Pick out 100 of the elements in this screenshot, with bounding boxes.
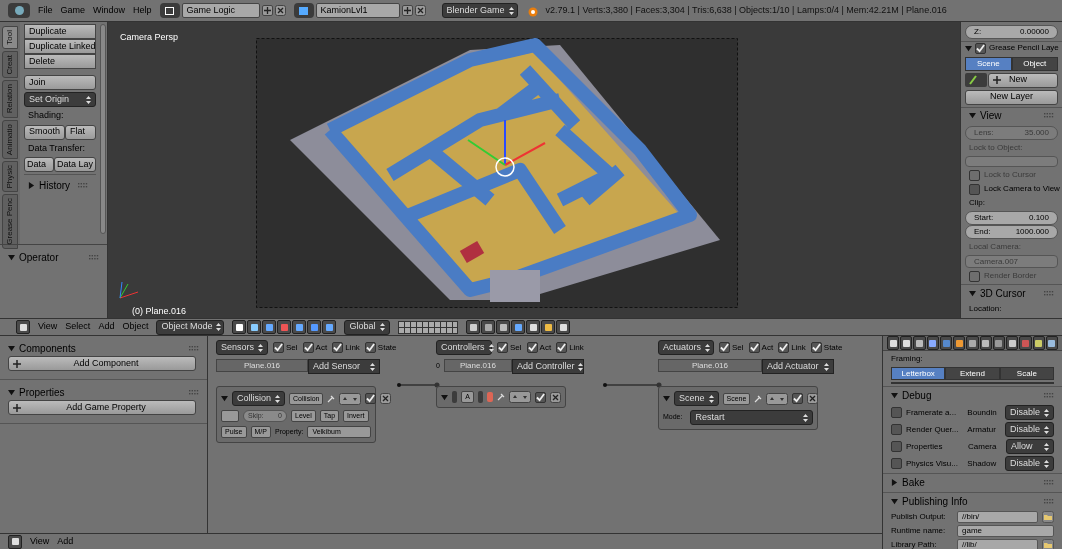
checkbox[interactable] bbox=[526, 342, 538, 353]
path-field[interactable]: //lib/ bbox=[957, 539, 1038, 549]
toolbar-icon[interactable] bbox=[556, 320, 571, 334]
pin-icon[interactable] bbox=[497, 393, 505, 401]
z-location-field[interactable]: Z: 0.00000 bbox=[965, 25, 1058, 39]
toolbar-icon[interactable] bbox=[541, 320, 556, 334]
lock-object-field[interactable] bbox=[965, 155, 1058, 167]
sensor-type-dropdown[interactable]: Collision bbox=[232, 391, 285, 406]
expanded-triangle-icon[interactable] bbox=[891, 391, 898, 399]
toolbar-icon[interactable] bbox=[496, 320, 511, 334]
remove-icon[interactable] bbox=[550, 391, 561, 403]
drag-grip-icon[interactable] bbox=[1044, 479, 1054, 485]
expanded-triangle-icon[interactable] bbox=[8, 253, 15, 261]
checkbox[interactable] bbox=[810, 342, 822, 353]
add-brick-dropdown[interactable]: Add Actuator bbox=[762, 359, 834, 374]
tool-button[interactable]: Duplicate Linked bbox=[24, 39, 96, 54]
context-tab-icon[interactable] bbox=[1006, 336, 1019, 350]
checkbox[interactable] bbox=[273, 342, 285, 353]
move-arrows-icon[interactable] bbox=[766, 392, 789, 405]
editor-type-icon[interactable] bbox=[16, 320, 30, 334]
checkbox[interactable] bbox=[365, 393, 377, 404]
move-arrows-icon[interactable] bbox=[339, 392, 362, 405]
checkbox[interactable] bbox=[497, 342, 508, 353]
object-name-field[interactable]: Plane.016 bbox=[658, 359, 762, 372]
checkbox[interactable] bbox=[969, 270, 980, 282]
data-source-tab[interactable]: Object bbox=[1011, 56, 1058, 71]
remove-icon[interactable] bbox=[380, 393, 392, 404]
expanded-triangle-icon[interactable] bbox=[663, 395, 670, 402]
engine-dropdown[interactable]: Blender Game bbox=[441, 3, 518, 18]
data-transfer-button[interactable]: Data bbox=[24, 157, 54, 172]
checkbox[interactable] bbox=[302, 342, 314, 353]
scene-name-field[interactable]: KamionLvl1 bbox=[315, 3, 400, 18]
toolbar-icon[interactable] bbox=[292, 320, 307, 334]
object-name-field[interactable]: Plane.016 bbox=[216, 359, 308, 372]
context-tab-icon[interactable] bbox=[966, 336, 979, 350]
toolbar-icon[interactable] bbox=[247, 320, 262, 334]
debug-setting-dropdown[interactable]: Allow bbox=[1006, 439, 1054, 454]
toolbar-icon[interactable] bbox=[307, 320, 322, 334]
expanded-triangle-icon[interactable] bbox=[965, 44, 972, 52]
close-icon[interactable] bbox=[274, 5, 286, 16]
drag-grip-icon[interactable] bbox=[189, 345, 199, 351]
framing-option[interactable]: Letterbox bbox=[891, 367, 946, 380]
checkbox[interactable] bbox=[364, 342, 376, 353]
drag-grip-icon[interactable] bbox=[1044, 113, 1054, 119]
add-button[interactable]: Add Game Property bbox=[8, 400, 196, 415]
checkbox[interactable] bbox=[891, 441, 902, 452]
expanded-triangle-icon[interactable] bbox=[8, 388, 15, 396]
checkbox[interactable] bbox=[748, 342, 760, 353]
collapsed-triangle-icon[interactable] bbox=[891, 478, 898, 486]
context-tab-icon[interactable] bbox=[926, 336, 939, 350]
column-dropdown[interactable]: Sensors bbox=[216, 340, 269, 355]
clip-start-field[interactable]: Start: 0.100 bbox=[965, 211, 1058, 225]
expanded-triangle-icon[interactable] bbox=[8, 344, 15, 352]
framing-option[interactable]: Extend bbox=[945, 367, 1000, 380]
add-brick-dropdown[interactable]: Add Controller bbox=[511, 359, 584, 374]
toolbar-icon[interactable] bbox=[262, 320, 277, 334]
framing-option[interactable]: Scale bbox=[999, 367, 1054, 380]
folder-icon[interactable] bbox=[1042, 539, 1054, 549]
context-tab-icon[interactable] bbox=[953, 336, 966, 350]
context-tab-icon[interactable] bbox=[979, 336, 992, 350]
info-editor-icon[interactable] bbox=[8, 3, 30, 18]
path-field[interactable]: //bin/ bbox=[957, 511, 1038, 523]
debug-setting-dropdown[interactable]: Disable bbox=[1005, 422, 1054, 437]
toolbar-icon[interactable] bbox=[466, 320, 481, 334]
debug-setting-dropdown[interactable]: Disable bbox=[1005, 456, 1054, 471]
panel-header[interactable]: Properties bbox=[0, 384, 207, 400]
drag-grip-icon[interactable] bbox=[189, 389, 199, 395]
context-tab-icon[interactable] bbox=[913, 336, 926, 350]
checkbox[interactable] bbox=[792, 393, 804, 404]
new-layer-button[interactable]: New Layer bbox=[965, 89, 1058, 105]
menu-item[interactable]: Game bbox=[60, 3, 86, 18]
shelf-tab[interactable]: Tool bbox=[2, 26, 18, 49]
publishing-panel-header[interactable]: Publishing Info bbox=[883, 493, 1062, 509]
menu-item[interactable]: Help bbox=[133, 3, 152, 18]
add-icon[interactable] bbox=[13, 403, 21, 412]
pin-icon[interactable] bbox=[754, 394, 763, 403]
bake-panel-header[interactable]: Bake bbox=[883, 474, 1062, 490]
shading-button[interactable]: Flat bbox=[65, 124, 96, 140]
checkbox[interactable] bbox=[969, 183, 980, 195]
actuator-type-dropdown[interactable]: Scene bbox=[674, 391, 719, 406]
toolbar-icon[interactable] bbox=[481, 320, 496, 334]
checkbox[interactable] bbox=[969, 169, 980, 181]
editor-type-icon[interactable] bbox=[887, 336, 900, 350]
checkbox[interactable] bbox=[332, 342, 344, 353]
context-tab-icon[interactable] bbox=[900, 336, 913, 350]
debug-panel-header[interactable]: Debug bbox=[883, 387, 1062, 403]
move-arrows-icon[interactable] bbox=[509, 391, 531, 403]
close-icon[interactable] bbox=[414, 5, 426, 16]
checkbox[interactable] bbox=[891, 458, 902, 469]
data-source-tab[interactable]: Scene bbox=[965, 56, 1012, 71]
path-field[interactable]: game bbox=[957, 525, 1054, 537]
expanded-triangle-icon[interactable] bbox=[891, 497, 898, 505]
pencil-icon[interactable] bbox=[965, 72, 987, 87]
menu-item[interactable]: Add bbox=[57, 534, 74, 549]
drag-grip-icon[interactable] bbox=[1044, 290, 1054, 296]
data-transfer-button[interactable]: Data Lay bbox=[53, 157, 96, 172]
screen-field[interactable]: Game Logic bbox=[181, 3, 260, 18]
add-button[interactable]: Add Component bbox=[8, 356, 196, 371]
expanded-triangle-icon[interactable] bbox=[969, 112, 976, 120]
menu-item[interactable]: Select bbox=[65, 320, 91, 334]
